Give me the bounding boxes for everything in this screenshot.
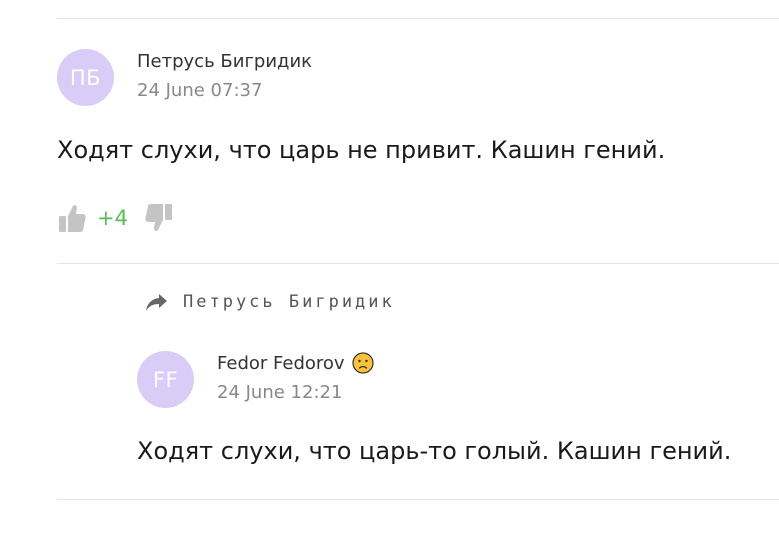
comment-author[interactable]: Fedor Fedorov [217,352,374,374]
comment-divider [57,263,779,264]
reply-to-name: Петрусь Бигридик [183,292,395,312]
avatar[interactable]: ПБ [57,49,114,106]
thumbs-up-icon [59,204,86,232]
comment-text: Ходят слухи, что царь не привит. Кашин г… [57,136,666,164]
downvote-button[interactable] [144,201,174,235]
vote-row: +4 [57,200,174,236]
avatar[interactable]: FF [137,351,194,408]
avatar-initials: FF [152,367,179,392]
thumbs-down-icon [145,204,172,232]
reply-arrow-icon [146,294,167,311]
vote-score: +4 [97,206,128,230]
comment-timestamp: 24 June 12:21 [217,382,343,403]
comment-divider-top [57,18,779,19]
upvote-button[interactable] [57,201,87,235]
comment-author[interactable]: Петрусь Бигридик [137,51,312,72]
comment-author-name: Fedor Fedorov [217,352,345,374]
comment-divider-bottom [57,499,779,500]
slightly-frowning-face-emoji-icon [351,352,374,374]
comment-timestamp: 24 June 07:37 [137,80,263,101]
avatar-initials: ПБ [69,65,102,90]
comment-text: Ходят слухи, что царь-то голый. Кашин ге… [137,437,732,465]
reply-to[interactable]: Петрусь Бигридик [145,292,395,312]
